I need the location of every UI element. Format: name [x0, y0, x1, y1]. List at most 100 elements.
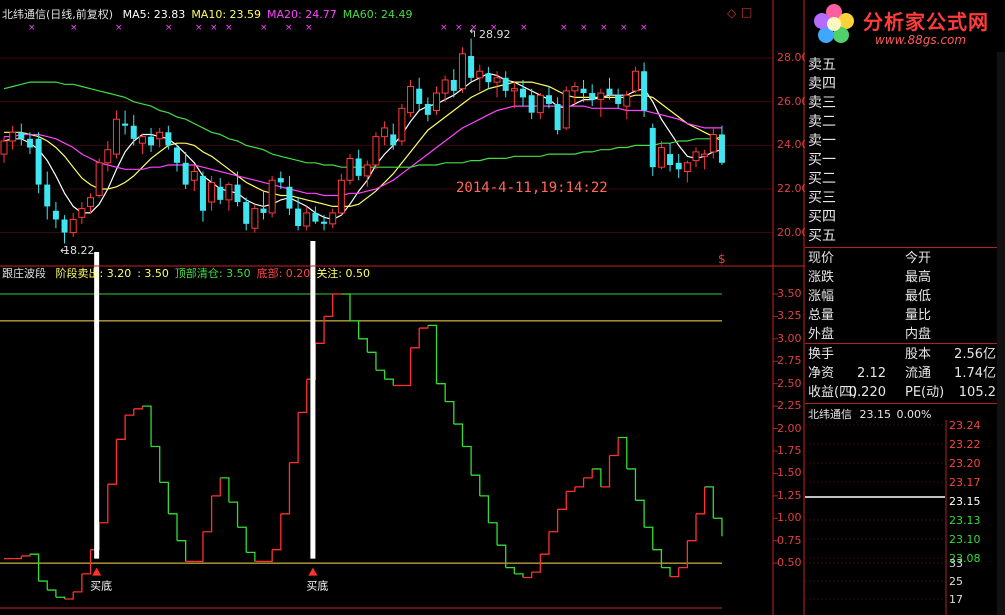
- indicator-tick-label: 1.00: [777, 511, 802, 525]
- candle-body-up: [87, 197, 94, 207]
- ma-legend-item: MA10: 23.59: [191, 8, 262, 21]
- indicator-tick-label: 0.50: [777, 556, 802, 570]
- quote-label: 流通: [905, 366, 932, 381]
- indicator-step: [401, 347, 412, 387]
- indicator-step: [557, 491, 567, 510]
- diamond-icon[interactable]: ◇: [727, 6, 736, 20]
- ma-line-ma10: [4, 81, 723, 207]
- candle-body-down: [18, 132, 25, 139]
- quote-label: 总量: [808, 308, 835, 323]
- candle-body-up: [346, 157, 354, 181]
- quote-row: 总量 量比: [808, 306, 998, 325]
- indicator-tick-label: 2.75: [777, 354, 802, 368]
- price-tick-label: 26.00: [777, 94, 809, 108]
- indicator-legend-item: 关注: 0.50: [316, 267, 371, 280]
- indicator-step: [116, 415, 126, 440]
- candle-body-down: [554, 103, 561, 131]
- candle-body-down: [641, 71, 648, 111]
- candle-body-down: [243, 202, 250, 224]
- candle-body-up: [493, 77, 501, 83]
- candle-body-up: [156, 131, 164, 140]
- buy-level-3[interactable]: 买三: [808, 189, 836, 208]
- candle-body-up: [441, 79, 449, 94]
- buy-level-5[interactable]: 买五: [808, 227, 836, 246]
- signal-marker: ×: [600, 23, 608, 33]
- indicator-step: [661, 566, 671, 577]
- quote-label: 现价: [808, 251, 835, 266]
- candle-body-up: [225, 184, 233, 201]
- sell-level-3[interactable]: 卖三: [808, 94, 836, 113]
- signal-marker: ×: [305, 23, 313, 33]
- indicator-step: [670, 567, 680, 578]
- indicator-tick-label: 2.00: [777, 421, 802, 435]
- quote-value: 1.74亿: [954, 366, 996, 381]
- candle-body-up: [692, 151, 700, 162]
- mini-tick-label: 23.15: [949, 495, 981, 508]
- indicator-step: [367, 351, 377, 371]
- indicator-step: [713, 517, 723, 537]
- buy-label: 买底: [306, 579, 328, 593]
- indicator-step: [298, 379, 308, 414]
- signal-marker: ×: [210, 23, 218, 33]
- buy-level-1[interactable]: 买一: [808, 151, 836, 170]
- signal-marker: ×: [580, 23, 588, 33]
- indicator-step: [453, 423, 464, 447]
- indicator-step: [81, 549, 92, 575]
- candle-body-up: [562, 90, 570, 129]
- candle-body-up: [363, 164, 371, 177]
- quote-label: 外盘: [808, 327, 835, 342]
- sell-level-4[interactable]: 卖四: [808, 75, 836, 94]
- buy-level-4[interactable]: 买四: [808, 208, 836, 227]
- buy-level-2[interactable]: 买二: [808, 170, 836, 189]
- candle-body-down: [277, 178, 284, 183]
- logo-url[interactable]: www.88gs.com: [875, 33, 966, 47]
- chart-header: 北纬通信(日线,前复权) MA5: 23.83 MA10: 23.59 MA20: …: [2, 8, 412, 21]
- quote-label: 换手: [808, 347, 835, 362]
- candle-body-up: [104, 149, 112, 164]
- quote-row: 收益(四) 0.220 PE(动) 105.2: [808, 383, 998, 402]
- indicator-step: [618, 436, 628, 469]
- indicator-legend-item: 阶段卖出: 3.20: [55, 267, 132, 280]
- quote-value: 2.56亿: [954, 347, 996, 362]
- indicator-step: [125, 408, 135, 416]
- indicator-step: [280, 462, 291, 515]
- indicator-step: [479, 495, 490, 523]
- quote-label: 最高: [905, 270, 932, 285]
- indicator-step: [194, 531, 204, 562]
- indicator-step: [272, 513, 282, 551]
- buy-arrow-icon: [92, 567, 102, 576]
- quote-label: 内盘: [905, 327, 932, 342]
- mini-tick-label: 25: [949, 575, 963, 588]
- sell-level-1[interactable]: 卖一: [808, 132, 836, 151]
- signal-marker: ×: [640, 23, 648, 33]
- window-box-icon[interactable]: □: [741, 5, 752, 19]
- indicator-step: [583, 468, 593, 479]
- candle-body-down: [217, 186, 224, 200]
- signal-marker: ×: [195, 23, 203, 33]
- quote-label: 量比: [905, 308, 932, 323]
- signal-marker: ×: [115, 23, 123, 33]
- candle-body-up: [510, 88, 518, 92]
- scroll-strip[interactable]: [997, 52, 1005, 615]
- mini-tick-label: 23.10: [949, 533, 981, 546]
- indicator-step: [12, 555, 22, 560]
- candle-body-up: [138, 136, 146, 144]
- signal-marker: ×: [440, 23, 448, 33]
- indicator-tick-label: 1.75: [777, 443, 802, 457]
- sell-level-2[interactable]: 卖二: [808, 113, 836, 132]
- indicator-step: [177, 540, 187, 562]
- candle-body-up: [623, 94, 631, 107]
- logo-banner: 分析家公式网 www.88gs.com: [805, 0, 1005, 52]
- mini-tick-label: 23.24: [949, 419, 981, 432]
- timestamp-annotation: 2014-4-11,19:14:22: [456, 180, 608, 196]
- candle-body-down: [122, 123, 129, 126]
- candle-body-up: [208, 181, 216, 203]
- candle-body-up: [251, 208, 259, 229]
- signal-marker: ×: [28, 23, 36, 33]
- mini-tick-label: 23.22: [949, 438, 981, 451]
- indicator-legend-item: 底部: 0.20: [256, 267, 311, 280]
- candle-body-up: [303, 212, 311, 227]
- indicator-header: 跟庄波段 阶段卖出: 3.20: 3.50 顶部清仓: 3.50 底部: 0.20 关…: [2, 267, 370, 280]
- indicator-step: [202, 495, 213, 533]
- sell-level-5[interactable]: 卖五: [808, 56, 836, 75]
